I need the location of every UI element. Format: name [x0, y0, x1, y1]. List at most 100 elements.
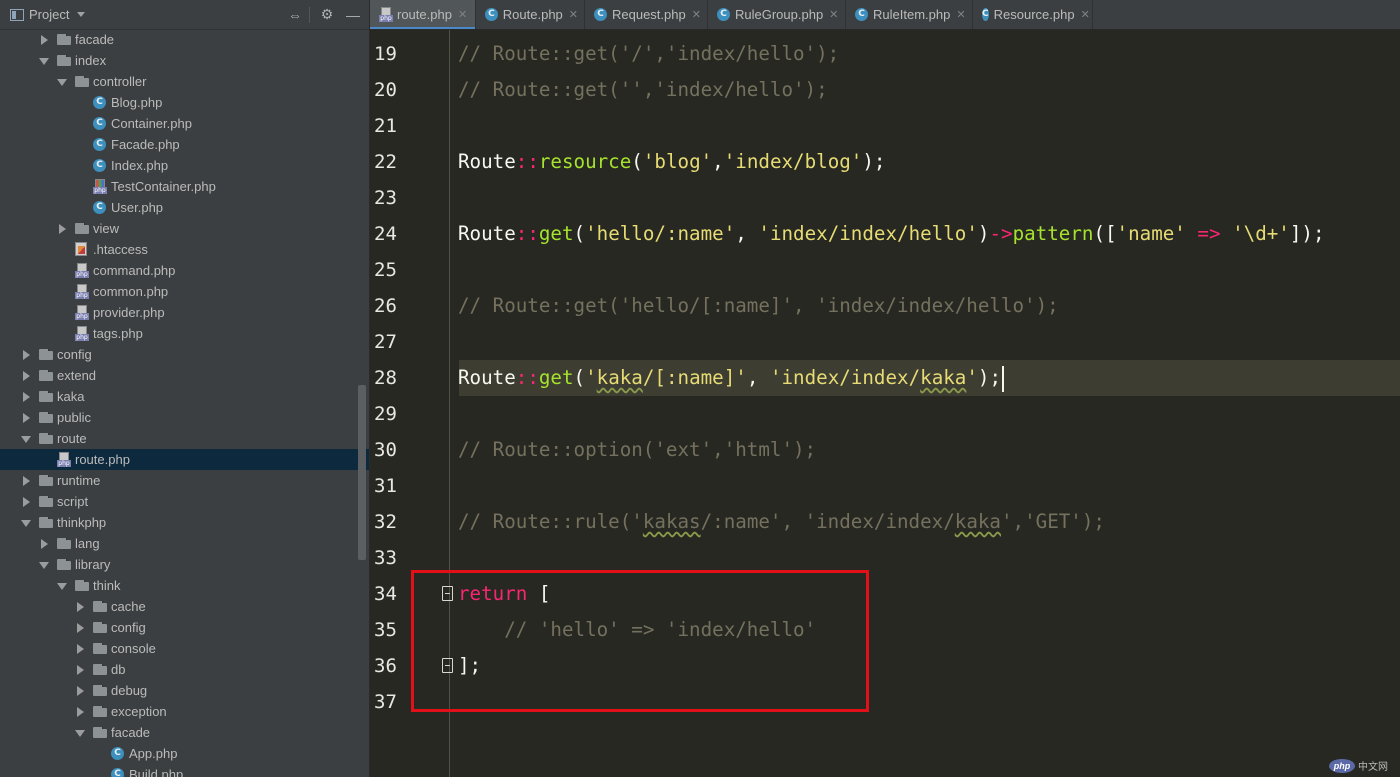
- tab-route-php[interactable]: C Route.php ✕: [476, 0, 585, 29]
- project-view-icon: [10, 8, 24, 21]
- collapsed-arrow-icon[interactable]: [77, 686, 84, 696]
- collapsed-arrow-icon[interactable]: [23, 413, 30, 423]
- tree-row[interactable]: debug: [0, 680, 369, 701]
- tree-row[interactable]: C Build.php: [0, 764, 369, 777]
- tree-row[interactable]: C User.php: [0, 197, 369, 218]
- tree-row[interactable]: think: [0, 575, 369, 596]
- collapsed-arrow-icon[interactable]: [23, 350, 30, 360]
- tree-row[interactable]: .htaccess: [0, 239, 369, 260]
- tree-row[interactable]: lang: [0, 533, 369, 554]
- tree-row[interactable]: facade: [0, 29, 369, 50]
- tree-row[interactable]: php command.php: [0, 260, 369, 281]
- collapsed-arrow-icon[interactable]: [23, 497, 30, 507]
- code-token: (: [573, 222, 586, 245]
- tree-row[interactable]: C Container.php: [0, 113, 369, 134]
- minimize-icon[interactable]: —: [345, 0, 361, 29]
- expanded-arrow-icon[interactable]: [39, 562, 49, 569]
- code-line[interactable]: Route::resource('blog','index/blog');: [458, 144, 885, 180]
- tree-row[interactable]: C Blog.php: [0, 92, 369, 113]
- tree-row[interactable]: controller: [0, 71, 369, 92]
- tree-row[interactable]: config: [0, 344, 369, 365]
- tree-row[interactable]: php TestContainer.php: [0, 176, 369, 197]
- tree-row[interactable]: script: [0, 491, 369, 512]
- close-icon[interactable]: ✕: [458, 8, 467, 21]
- tab-request-php[interactable]: C Request.php ✕: [585, 0, 708, 29]
- tree-row[interactable]: facade: [0, 722, 369, 743]
- collapsed-arrow-icon[interactable]: [41, 539, 48, 549]
- close-icon[interactable]: ✕: [569, 8, 578, 21]
- tree-row[interactable]: public: [0, 407, 369, 428]
- sidebar-scrollbar[interactable]: [358, 385, 366, 560]
- folder-icon: [75, 580, 89, 591]
- tree-row[interactable]: thinkphp: [0, 512, 369, 533]
- line-number: 24: [374, 223, 397, 245]
- tree-row[interactable]: php route.php: [0, 449, 369, 470]
- expanded-arrow-icon[interactable]: [21, 436, 31, 443]
- code-line[interactable]: // Route::rule('kakas/:name', 'index/ind…: [458, 504, 1105, 540]
- tree-row[interactable]: php provider.php: [0, 302, 369, 323]
- tree-row[interactable]: index: [0, 50, 369, 71]
- tree-row[interactable]: exception: [0, 701, 369, 722]
- collapsed-arrow-icon[interactable]: [77, 623, 84, 633]
- tree-row[interactable]: console: [0, 638, 369, 659]
- tree-row[interactable]: cache: [0, 596, 369, 617]
- close-icon[interactable]: ✕: [829, 8, 838, 21]
- tree-row[interactable]: C Facade.php: [0, 134, 369, 155]
- tab-rulegroup-php[interactable]: C RuleGroup.php ✕: [708, 0, 846, 29]
- tab-ruleitem-php[interactable]: C RuleItem.php ✕: [846, 0, 973, 29]
- php-file-icon: php: [379, 7, 393, 22]
- collapsed-arrow-icon[interactable]: [23, 476, 30, 486]
- gear-icon[interactable]: ⚙: [318, 0, 336, 29]
- close-icon[interactable]: ✕: [1081, 8, 1090, 21]
- tree-row[interactable]: runtime: [0, 470, 369, 491]
- chevron-down-icon[interactable]: [77, 12, 86, 17]
- collapsed-arrow-icon[interactable]: [59, 224, 66, 234]
- code-line[interactable]: Route::get('hello/:name', 'index/index/h…: [458, 216, 1325, 252]
- tab-route-php[interactable]: php route.php ✕: [370, 0, 476, 29]
- tree-row[interactable]: extend: [0, 365, 369, 386]
- tree-row[interactable]: db: [0, 659, 369, 680]
- php-class-icon: C: [93, 159, 106, 172]
- tree-row[interactable]: php tags.php: [0, 323, 369, 344]
- line-number: 26: [374, 295, 397, 317]
- tree-row[interactable]: C Index.php: [0, 155, 369, 176]
- tree-row[interactable]: view: [0, 218, 369, 239]
- tree-row[interactable]: library: [0, 554, 369, 575]
- tree-row[interactable]: kaka: [0, 386, 369, 407]
- folder-icon: [93, 622, 107, 633]
- collapsed-arrow-icon[interactable]: [23, 371, 30, 381]
- code-line[interactable]: // Route::option('ext','html');: [458, 432, 816, 468]
- collapsed-arrow-icon[interactable]: [77, 665, 84, 675]
- close-icon[interactable]: ✕: [956, 8, 965, 21]
- expanded-arrow-icon[interactable]: [75, 730, 85, 737]
- code-line[interactable]: // Route::get('/','index/hello');: [458, 36, 839, 72]
- expanded-arrow-icon[interactable]: [21, 520, 31, 527]
- php-class-icon: C: [855, 8, 868, 21]
- tree-item-label: lang: [75, 536, 100, 551]
- collapsed-arrow-icon[interactable]: [77, 707, 84, 717]
- tree-row[interactable]: route: [0, 428, 369, 449]
- expanded-arrow-icon[interactable]: [39, 58, 49, 65]
- tree-item-label: public: [57, 410, 91, 425]
- collapsed-arrow-icon[interactable]: [77, 644, 84, 654]
- tree-row[interactable]: php common.php: [0, 281, 369, 302]
- project-title[interactable]: Project: [29, 7, 69, 22]
- collapse-all-icon[interactable]: ⇔: [286, 0, 304, 29]
- code-line[interactable]: // Route::get('','index/hello');: [458, 72, 828, 108]
- php-class-icon: C: [717, 8, 730, 21]
- tree-row[interactable]: config: [0, 617, 369, 638]
- code-token: ::: [515, 366, 539, 389]
- collapsed-arrow-icon[interactable]: [23, 392, 30, 402]
- code-line[interactable]: // Route::get('hello/[:name]', 'index/in…: [458, 288, 1059, 324]
- line-number: 28: [374, 367, 397, 389]
- expanded-arrow-icon[interactable]: [57, 79, 67, 86]
- collapsed-arrow-icon[interactable]: [41, 35, 48, 45]
- tree-row[interactable]: C App.php: [0, 743, 369, 764]
- collapsed-arrow-icon[interactable]: [77, 602, 84, 612]
- expanded-arrow-icon[interactable]: [57, 583, 67, 590]
- php-class-icon: C: [93, 201, 106, 214]
- text-cursor: [1002, 365, 1005, 392]
- tab-resource-php[interactable]: C Resource.php ✕: [973, 0, 1093, 29]
- close-icon[interactable]: ✕: [692, 8, 701, 21]
- code-line[interactable]: Route::get('kaka/[:name]', 'index/index/…: [458, 360, 1005, 396]
